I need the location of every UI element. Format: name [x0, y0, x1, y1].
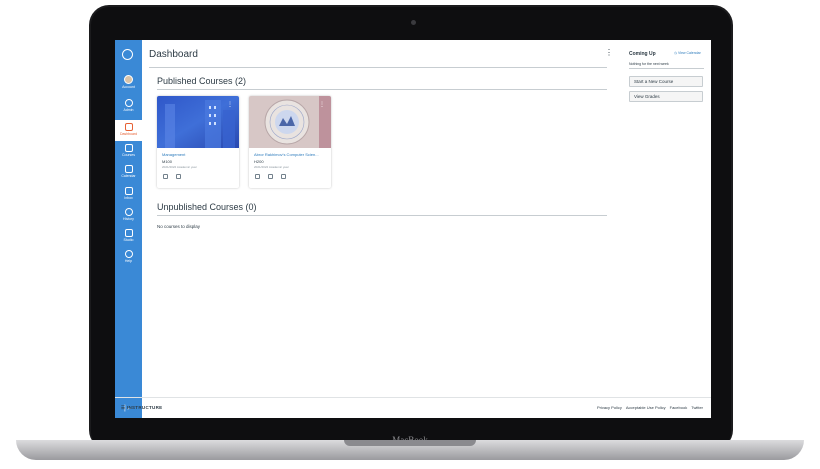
view-grades-button[interactable]: View Grades [629, 91, 703, 102]
sidebar-divider [629, 68, 704, 69]
card-menu-icon[interactable]: ⋮ [319, 102, 325, 108]
header-divider [149, 67, 607, 68]
clock-icon [124, 208, 133, 216]
nav-label: Courses [121, 153, 136, 157]
book-icon [124, 144, 133, 152]
device-brand: MacBook [392, 435, 428, 445]
nav-label: Account [122, 85, 135, 89]
nav-account[interactable]: Account [115, 75, 142, 89]
nav-dashboard[interactable]: Dashboard [115, 120, 142, 141]
nav-label: History [123, 217, 134, 221]
coming-up-title: Coming Up [629, 51, 656, 57]
nav-label: Help [124, 259, 133, 263]
nav-admin[interactable]: Admin [115, 99, 142, 112]
course-card-management[interactable]: ⋮ Management M100 2021/2022 Academic yea… [157, 96, 239, 188]
instructure-label: INSTRUCTURE [126, 405, 163, 410]
footer-links: Privacy Policy Acceptable Use Policy Fac… [597, 405, 703, 410]
nav-label: Calendar [121, 174, 136, 178]
twitter-link[interactable]: Twitter [691, 405, 703, 410]
course-term: 2021/2022 Academic year [162, 165, 197, 169]
unpublished-divider [157, 215, 607, 216]
course-code: H200 [254, 159, 264, 164]
view-calendar-link[interactable]: ◷ View Calendar [674, 51, 701, 55]
nav-help[interactable]: Help [115, 250, 142, 263]
course-title[interactable]: Management [162, 152, 185, 157]
avatar [124, 75, 133, 84]
global-nav: Account Admin Dashboard Courses Calendar… [115, 40, 142, 418]
nav-studio[interactable]: Studio [115, 229, 142, 242]
start-new-course-button[interactable]: Start a New Course [629, 76, 703, 87]
footer-divider [115, 397, 711, 398]
shield-icon [124, 99, 133, 107]
nav-calendar[interactable]: Calendar [115, 165, 142, 178]
camera [411, 20, 416, 25]
dashboard-icon [124, 123, 133, 131]
announcements-icon[interactable] [163, 174, 168, 179]
right-sidebar: Coming Up ◷ View Calendar Nothing for th… [624, 40, 711, 397]
announcements-icon[interactable] [268, 174, 273, 179]
nav-label: Inbox [124, 196, 133, 200]
course-code: M100 [162, 159, 173, 164]
facebook-link[interactable]: Facebook [670, 405, 688, 410]
files-icon[interactable] [281, 174, 286, 179]
view-calendar-label: View Calendar [678, 51, 701, 55]
nav-courses[interactable]: Courses [115, 144, 142, 157]
card-actions [163, 174, 181, 179]
instructure-logo[interactable]: ☰ INSTRUCTURE [121, 405, 162, 411]
canvas-logo-icon[interactable] [122, 49, 133, 60]
acceptable-use-link[interactable]: Acceptable Use Policy [626, 405, 666, 410]
published-divider [157, 89, 607, 90]
privacy-policy-link[interactable]: Privacy Policy [597, 405, 622, 410]
nav-label: Dashboard [119, 132, 138, 136]
monitor-icon [124, 229, 133, 237]
empty-message: No courses to display [157, 224, 201, 229]
files-icon[interactable] [176, 174, 181, 179]
kebab-icon[interactable]: ⋮ [605, 49, 613, 57]
course-term: 2021/2022 Academic year [254, 165, 289, 169]
page-title: Dashboard [149, 49, 198, 60]
nav-history[interactable]: History [115, 208, 142, 221]
course-card-computer-science[interactable]: ⋮ Abror Rakhimov's Computer Scien... H20… [249, 96, 331, 188]
nav-label: Studio [123, 238, 134, 242]
card-menu-icon[interactable]: ⋮ [227, 102, 233, 108]
course-title[interactable]: Abror Rakhimov's Computer Scien... [254, 152, 319, 157]
nav-label: Admin [123, 108, 134, 112]
nav-inbox[interactable]: Inbox [115, 187, 142, 200]
published-courses-title: Published Courses (2) [157, 76, 247, 86]
screen: Account Admin Dashboard Courses Calendar… [115, 40, 711, 418]
inbox-icon [124, 187, 133, 195]
unpublished-courses-title: Unpublished Courses (0) [157, 202, 257, 212]
card-actions [255, 174, 286, 179]
main-content: Dashboard ⋮ Published Courses (2) ⋮ Mana… [142, 40, 613, 418]
calendar-icon [124, 165, 133, 173]
assignments-icon[interactable] [255, 174, 260, 179]
coming-up-empty: Nothing for the next week [629, 62, 669, 66]
help-icon [124, 250, 133, 258]
